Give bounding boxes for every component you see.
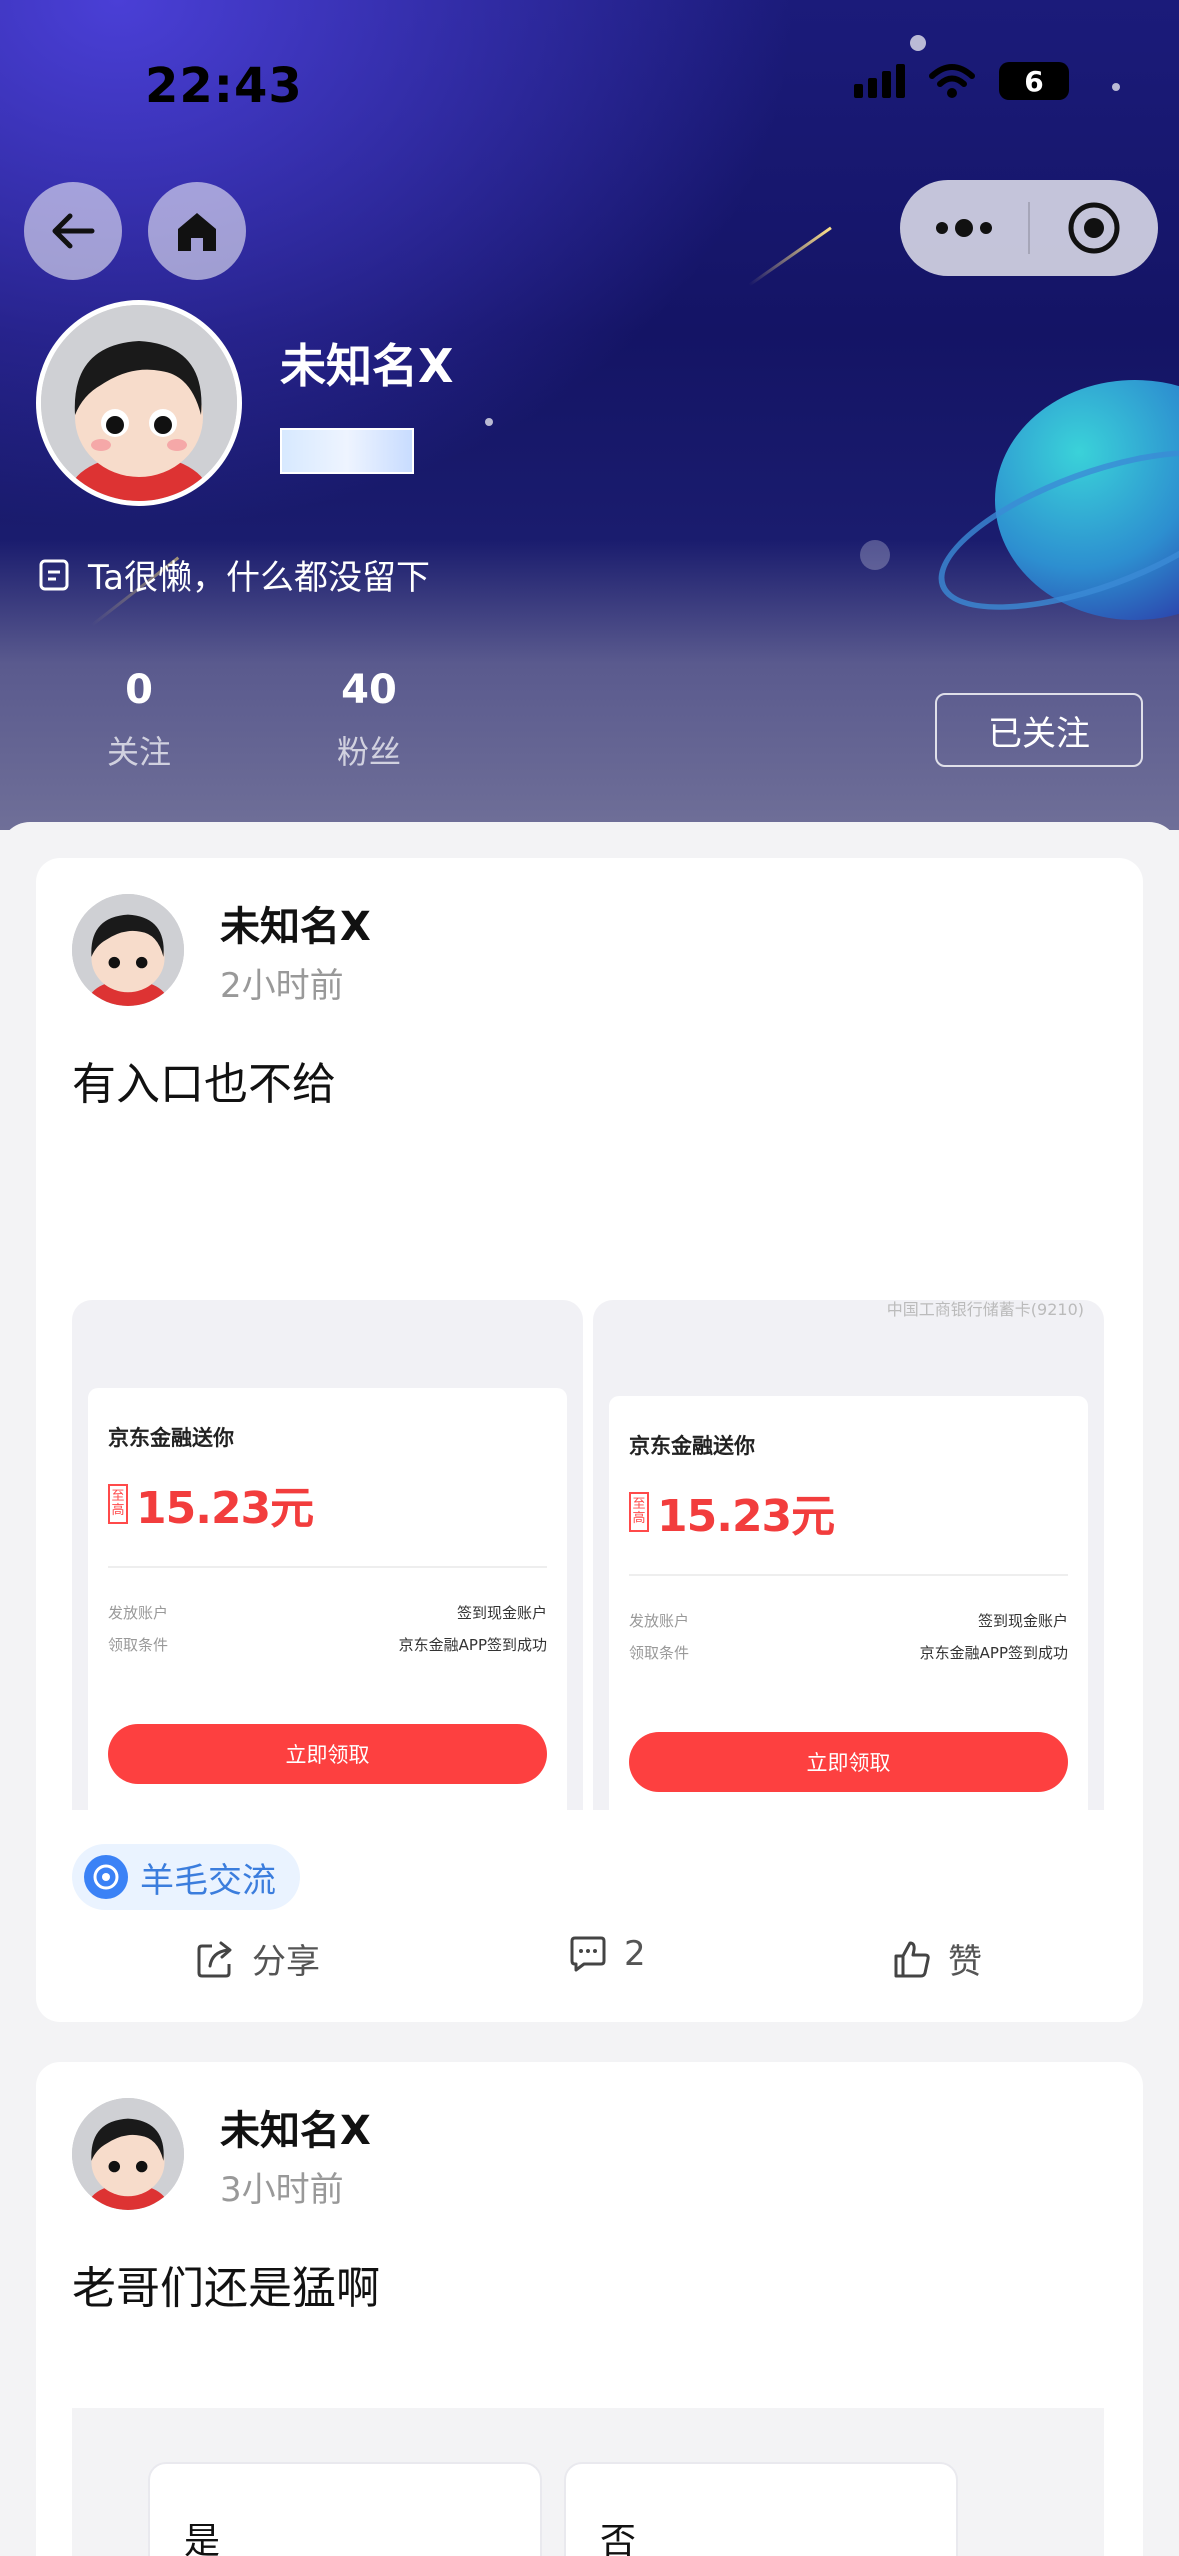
- target-close-icon: [1068, 202, 1120, 254]
- user-medal-badge: [280, 428, 414, 474]
- post-feed: 未知名X 2小时前 有入口也不给 京东金融送你 至高 15.23元 发放账户 签到…: [0, 822, 1179, 2556]
- reward-amount: 15.23元: [657, 1491, 835, 1542]
- post-avatar[interactable]: [72, 894, 184, 1006]
- post-image[interactable]: 京东金融送你 至高 15.23元 发放账户 签到现金账户 领取条件 京东金融APP签…: [72, 1300, 583, 1810]
- followed-button[interactable]: 已关注: [935, 693, 1143, 767]
- poll-option-yes: 是: [148, 2462, 542, 2556]
- topic-tag[interactable]: 羊毛交流: [72, 1844, 300, 1910]
- post-avatar[interactable]: [72, 2098, 184, 2210]
- post-author: 未知名X: [220, 904, 371, 950]
- row-label: 领取条件: [629, 1644, 690, 1662]
- profile-name: 未知名X: [280, 339, 454, 393]
- profile-avatar[interactable]: [36, 300, 242, 506]
- battery-icon: 6: [999, 62, 1069, 100]
- back-button[interactable]: [24, 182, 122, 280]
- post-time: 2小时前: [220, 966, 344, 1006]
- home-button[interactable]: [148, 182, 246, 280]
- following-label: 关注: [106, 733, 171, 771]
- status-icons: 6: [854, 62, 1069, 100]
- share-button[interactable]: 分享: [196, 1934, 320, 1983]
- post-content: 老哥们还是猛啊: [72, 2263, 380, 2314]
- poll-option-label: 否: [600, 2521, 637, 2556]
- cartoon-avatar-icon: [41, 305, 237, 501]
- profile-bio: Ta很懒，什么都没留下: [38, 550, 430, 599]
- post-time: 3小时前: [220, 2170, 344, 2210]
- topic-label: 羊毛交流: [140, 1860, 276, 1901]
- profile-stats: 0 关注 40 粉丝 已关注: [0, 645, 1179, 830]
- following-count: 0: [125, 667, 153, 713]
- post-content: 有入口也不给: [72, 1059, 336, 1110]
- cartoon-avatar-icon: [72, 2098, 184, 2210]
- comment-icon: [570, 1936, 606, 1972]
- comment-count: 2: [624, 1934, 646, 1974]
- post-author: 未知名X: [220, 2108, 371, 2154]
- star-decoration: [860, 540, 890, 570]
- row-label: 发放账户: [629, 1612, 690, 1630]
- row-label: 发放账户: [108, 1604, 169, 1622]
- topic-target-icon: [84, 1855, 128, 1899]
- followers-label: 粉丝: [336, 733, 401, 771]
- more-dots-icon: [936, 219, 992, 237]
- claim-button: 立即领取: [629, 1732, 1068, 1792]
- close-miniprogram-button[interactable]: [1030, 201, 1158, 255]
- profile-cover: 22:43 6 未知名X Ta很懒，什么都没留下 0 关注 40 粉丝 已关注: [0, 0, 1179, 830]
- reward-tag: 至高: [108, 1484, 128, 1524]
- followers-stat[interactable]: 40 粉丝: [294, 667, 444, 773]
- arrow-left-icon: [52, 213, 95, 249]
- post-card[interactable]: 未知名X 2小时前 有入口也不给 京东金融送你 至高 15.23元 发放账户 签到…: [36, 858, 1143, 2022]
- note-icon: [39, 559, 69, 590]
- poll-option-label: 是: [184, 2521, 221, 2556]
- miniprogram-capsule: [900, 180, 1158, 276]
- post-card[interactable]: 未知名X 3小时前 老哥们还是猛啊 是 否: [36, 2062, 1143, 2556]
- post-actions: 分享 2 赞: [36, 1934, 1143, 1994]
- more-button[interactable]: [900, 218, 1028, 238]
- like-label: 赞: [948, 1942, 982, 1982]
- like-button[interactable]: 赞: [892, 1934, 982, 1983]
- poll-option-no: 否: [564, 2462, 958, 2556]
- post-image[interactable]: 中国工商银行储蓄卡(9210) 京东金融送你 至高 15.23元 发放账户 签到现…: [593, 1300, 1104, 1810]
- wifi-icon: [929, 64, 975, 98]
- post-image-poll[interactable]: 是 否: [72, 2408, 1104, 2556]
- row-label: 领取条件: [108, 1636, 169, 1654]
- reward-title: 京东金融送你: [108, 1426, 234, 1450]
- row-value: 签到现金账户: [456, 1604, 547, 1622]
- row-value: 京东金融APP签到成功: [919, 1644, 1068, 1662]
- claim-button: 立即领取: [108, 1724, 547, 1784]
- cellular-signal-icon: [854, 64, 905, 98]
- followers-count: 40: [341, 667, 397, 713]
- share-label: 分享: [252, 1942, 320, 1982]
- row-value: 签到现金账户: [977, 1612, 1068, 1630]
- cartoon-avatar-icon: [72, 894, 184, 1006]
- thumbs-up-icon: [894, 1941, 930, 1977]
- share-icon: [197, 1941, 232, 1977]
- reward-tag: 至高: [629, 1492, 649, 1532]
- star-decoration: [1112, 83, 1120, 91]
- following-stat[interactable]: 0 关注: [64, 667, 214, 773]
- star-decoration: [910, 35, 926, 51]
- status-time: 22:43: [145, 58, 303, 114]
- post-images: 京东金融送你 至高 15.23元 发放账户 签到现金账户 领取条件 京东金融APP签…: [72, 1300, 1104, 1810]
- star-decoration: [485, 418, 493, 426]
- reward-amount: 15.23元: [136, 1483, 314, 1534]
- reward-title: 京东金融送你: [629, 1434, 755, 1458]
- bio-text: Ta很懒，什么都没留下: [88, 558, 430, 598]
- shooting-star-decoration: [748, 226, 832, 287]
- home-icon: [178, 213, 216, 251]
- comment-button[interactable]: 2: [568, 1934, 646, 1974]
- row-value: 京东金融APP签到成功: [398, 1636, 547, 1654]
- bank-account-fragment: 中国工商银行储蓄卡(9210): [886, 1300, 1084, 1319]
